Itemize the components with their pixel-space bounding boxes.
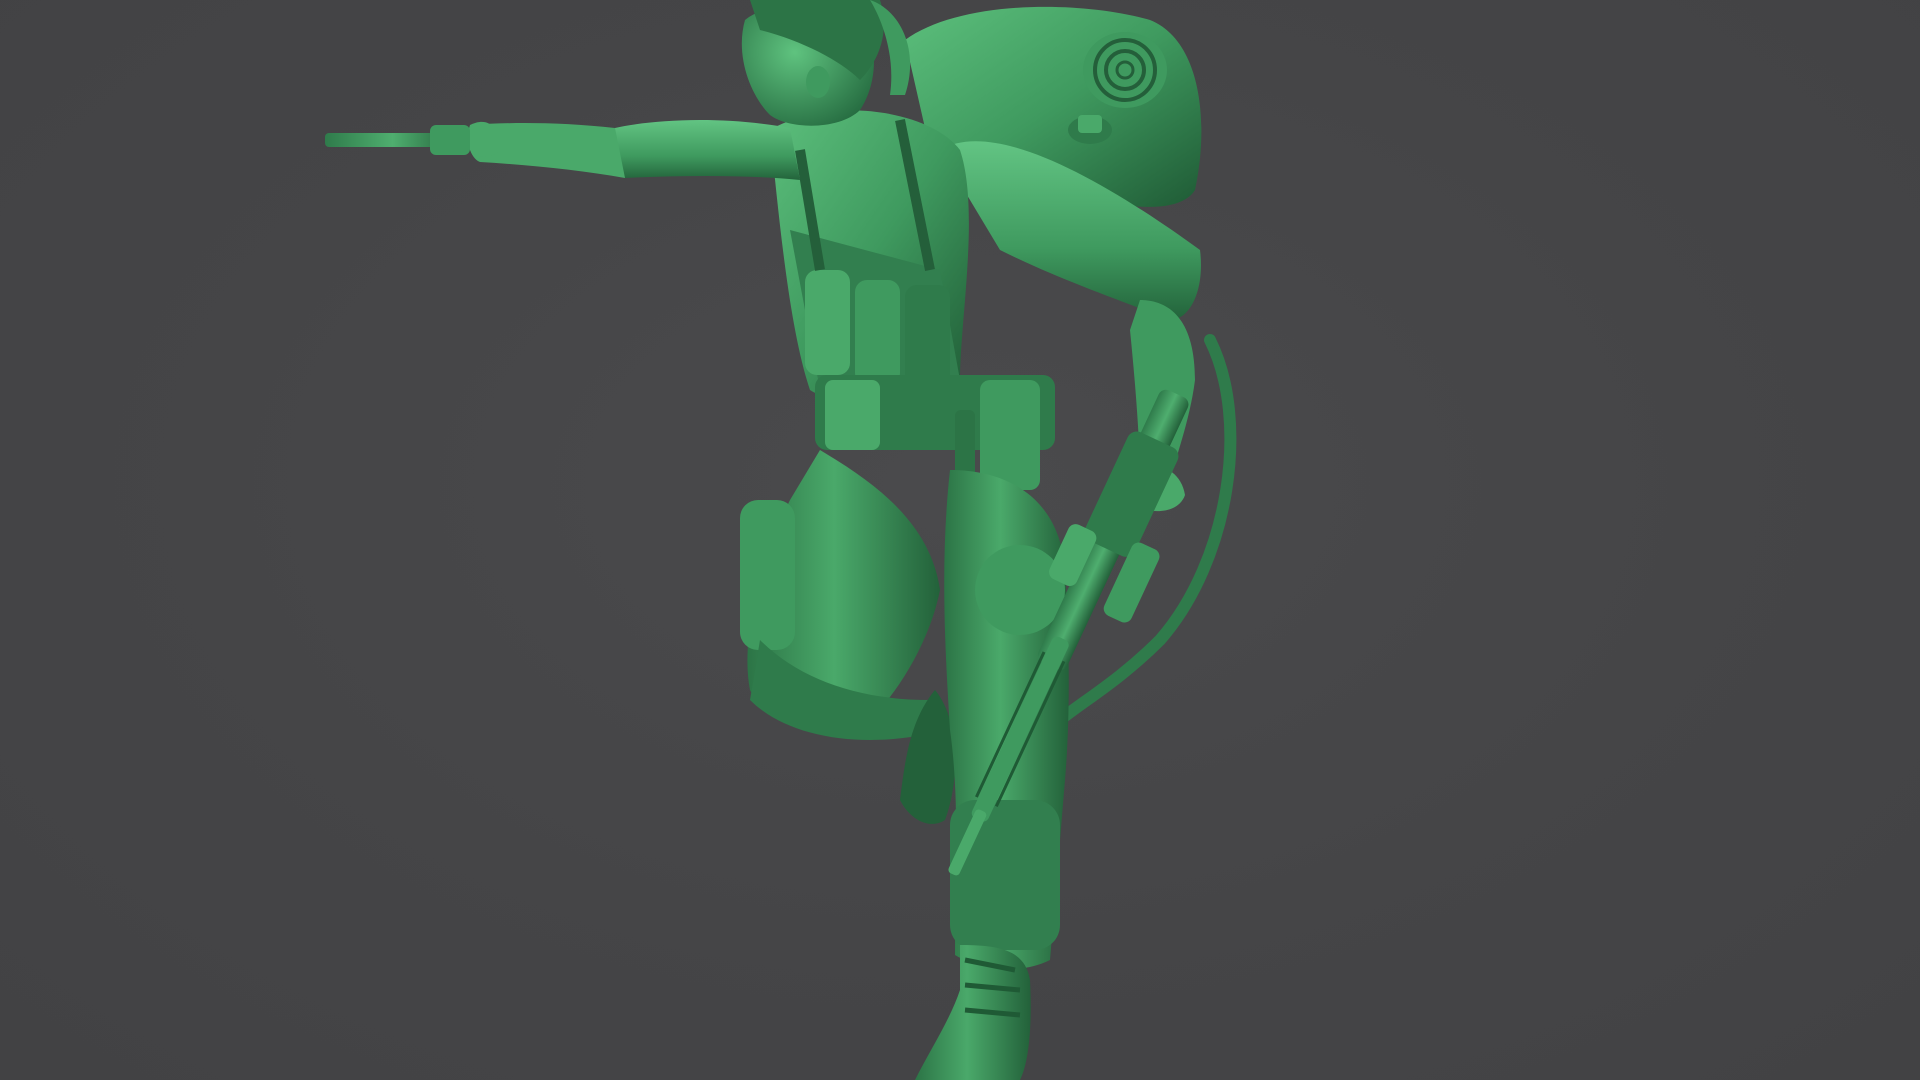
pistol [325,121,500,157]
head [741,0,911,126]
left-leg [740,450,956,824]
right-leg [944,470,1069,970]
boot [915,945,1031,1080]
torso [770,110,969,404]
soldier-figure-render [325,0,1237,1080]
render-viewport [0,0,1920,1080]
left-arm-extended [468,120,800,180]
